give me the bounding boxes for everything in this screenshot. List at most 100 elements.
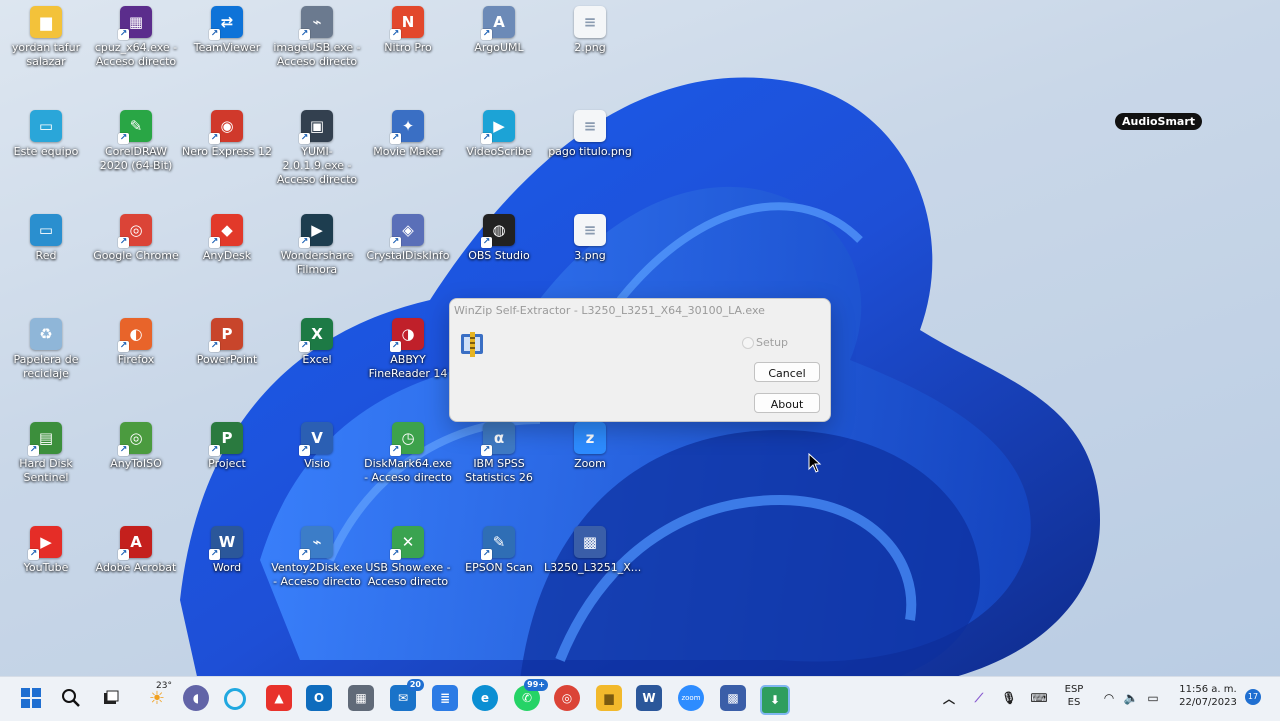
language-top: ESP: [1064, 684, 1084, 695]
whatsapp-taskbar[interactable]: ✆ 99+: [514, 679, 548, 711]
zoom-taskbar[interactable]: zoom: [678, 685, 704, 711]
desktop-icon[interactable]: ⌁ ↗ Ventoy2Disk.exe - Acceso directo: [271, 526, 363, 589]
audiosmart-badge[interactable]: AudioSmart: [1115, 113, 1203, 130]
outlook-taskbar[interactable]: O: [306, 685, 332, 711]
desktop-icon-label: Hard Disk Sentinel: [19, 457, 73, 484]
task-view-button[interactable]: [98, 685, 124, 711]
desktop-icon[interactable]: P ↗ PowerPoint: [181, 318, 273, 367]
desktop-icon[interactable]: A ↗ Adobe Acrobat: [90, 526, 182, 575]
desktop-icon[interactable]: ◍ ↗ OBS Studio: [453, 214, 545, 263]
desktop-icon[interactable]: ♻ Papelera de reciclaje: [0, 318, 92, 381]
about-button[interactable]: About: [754, 393, 820, 413]
desktop-icon[interactable]: W ↗ Word: [181, 526, 273, 575]
desktop-icon[interactable]: ≡ 3.png: [544, 214, 636, 263]
anydesk-taskbar[interactable]: ▲: [266, 685, 292, 711]
battery-icon: ▭: [1147, 691, 1159, 705]
installer-taskbar[interactable]: ⬇: [760, 685, 790, 715]
cancel-button[interactable]: Cancel: [754, 362, 820, 382]
desktop-icon[interactable]: X ↗ Excel: [271, 318, 363, 367]
desktop-icon[interactable]: P ↗ Project: [181, 422, 273, 471]
cortana-button[interactable]: [224, 688, 246, 710]
desktop-icon[interactable]: ◎ ↗ AnyToISO: [90, 422, 182, 471]
teams-chat-button[interactable]: ◖: [183, 685, 209, 711]
desktop-icon[interactable]: ◑ ↗ ABBYY FineReader 14: [362, 318, 454, 381]
battery-button[interactable]: ▭: [1140, 685, 1166, 711]
desktop-icon[interactable]: ◉ ↗ Nero Express 12: [181, 110, 273, 159]
desktop-icon[interactable]: ▶ ↗ Wondershare Filmora: [271, 214, 363, 277]
desktop-icon[interactable]: ◐ ↗ Firefox: [90, 318, 182, 367]
notepad-taskbar[interactable]: ≣: [432, 685, 458, 711]
setup-button[interactable]: Setup: [741, 336, 788, 349]
desktop-icon-label: Movie Maker: [373, 145, 443, 158]
notification-badge[interactable]: 17: [1245, 689, 1261, 705]
desktop-icon[interactable]: ◆ ↗ AnyDesk: [181, 214, 273, 263]
desktop-icon[interactable]: ◈ ↗ CrystalDiskInfo: [362, 214, 454, 263]
weather-widget[interactable]: ☀ 23°: [142, 681, 172, 711]
desktop-icon[interactable]: ▆ yordan tafur salazar: [0, 6, 92, 69]
desktop-icon[interactable]: ▭ Este equipo: [0, 110, 92, 159]
excel-icon: X ↗: [299, 318, 333, 352]
shortcut-arrow-icon: ↗: [209, 549, 220, 560]
crystaldisk-icon: ◈ ↗: [390, 214, 424, 248]
desktop-icon-label: IBM SPSS Statistics 26: [465, 457, 533, 484]
desktop-icon-label: CrystalDiskInfo: [366, 249, 450, 262]
desktop-icon[interactable]: ▣ ↗ YUMI-2.0.1.9.exe - Acceso directo: [271, 110, 363, 187]
desktop-icon-label: imageUSB.exe - Acceso directo: [273, 41, 361, 68]
word-icon: W ↗: [209, 526, 243, 560]
desktop-icon[interactable]: ⌁ ↗ imageUSB.exe - Acceso directo: [271, 6, 363, 69]
youtube-icon: ▶ ↗: [28, 526, 62, 560]
shortcut-arrow-icon: ↗: [118, 341, 129, 352]
obs-icon: ◍ ↗: [481, 214, 515, 248]
desktop-icon[interactable]: ▩ L3250_L3251_X...: [544, 526, 642, 575]
start-button[interactable]: [18, 685, 44, 711]
desktop-icon[interactable]: ▶ ↗ YouTube: [0, 526, 92, 575]
desktop-icon[interactable]: ≡ pago titulo.png: [544, 110, 636, 159]
calculator-taskbar[interactable]: ▦: [348, 685, 374, 711]
microphone-button[interactable]: 🎙: [996, 685, 1022, 711]
desktop-icon[interactable]: ▦ ↗ cpuz_x64.exe - Acceso directo: [90, 6, 182, 69]
clock[interactable]: 11:56 a. m. 22/07/2023: [1172, 684, 1244, 708]
pen-button[interactable]: ⟋: [966, 685, 992, 711]
desktop-icon[interactable]: ▭ Red: [0, 214, 92, 263]
wifi-icon: ◠: [1104, 691, 1114, 705]
desktop-icon[interactable]: ▶ ↗ VideoScribe: [453, 110, 545, 159]
desktop-icon[interactable]: ✎ ↗ CorelDRAW 2020 (64-Bit): [90, 110, 182, 173]
desktop-icon-label: Ventoy2Disk.exe - Acceso directo: [271, 561, 363, 588]
desktop-icon-label: PowerPoint: [196, 353, 258, 366]
shortcut-arrow-icon: ↗: [390, 133, 401, 144]
edge-taskbar[interactable]: e: [472, 685, 498, 711]
desktop-icon-label: Adobe Acrobat: [95, 561, 177, 574]
notepad-icon: ≣: [439, 691, 451, 705]
desktop-icon[interactable]: V ↗ Visio: [271, 422, 363, 471]
mail-taskbar[interactable]: ✉ 20: [390, 679, 424, 711]
winzip-taskbar[interactable]: ▩: [720, 685, 746, 711]
argouml-icon: A ↗: [481, 6, 515, 40]
desktop-icon[interactable]: ◷ ↗ DiskMark64.exe - Acceso directo: [362, 422, 454, 485]
desktop-icon[interactable]: ▤ ↗ Hard Disk Sentinel: [0, 422, 92, 485]
desktop-icon[interactable]: ⇄ ↗ TeamViewer: [181, 6, 273, 55]
desktop-icon-label: L3250_L3251_X...: [544, 561, 642, 574]
desktop-icon[interactable]: A ↗ ArgoUML: [453, 6, 545, 55]
desktop-icon[interactable]: α ↗ IBM SPSS Statistics 26: [453, 422, 545, 485]
show-hidden-icons-button[interactable]: ︿: [936, 685, 962, 711]
chrome-taskbar[interactable]: ◎: [554, 685, 580, 711]
outlook-icon: O: [313, 691, 325, 705]
file-explorer-taskbar[interactable]: ▆: [596, 685, 622, 711]
desktop-icon[interactable]: N ↗ Nitro Pro: [362, 6, 454, 55]
recycle-bin-icon: ♻: [30, 318, 62, 350]
desktop-icon[interactable]: ≡ 2.png: [544, 6, 636, 55]
desktop-icon-label: Project: [208, 457, 246, 470]
desktop-icon-label: YouTube: [23, 561, 69, 574]
desktop-icon[interactable]: ◎ ↗ Google Chrome: [90, 214, 182, 263]
desktop-icon-label: AnyToISO: [110, 457, 162, 470]
desktop-icon[interactable]: ✎ ↗ EPSON Scan: [453, 526, 545, 575]
computer-icon: ▭: [30, 110, 62, 142]
word-taskbar[interactable]: W: [636, 685, 662, 711]
desktop-icon[interactable]: ✦ ↗ Movie Maker: [362, 110, 454, 159]
desktop-icon[interactable]: z Zoom: [544, 422, 636, 471]
keyboard-button[interactable]: ⌨: [1026, 685, 1052, 711]
language-indicator[interactable]: ESP ES: [1060, 684, 1088, 708]
nitro-icon: N ↗: [390, 6, 424, 40]
search-button[interactable]: [58, 685, 84, 711]
desktop-icon[interactable]: ✕ ↗ USB Show.exe - Acceso directo: [362, 526, 454, 589]
